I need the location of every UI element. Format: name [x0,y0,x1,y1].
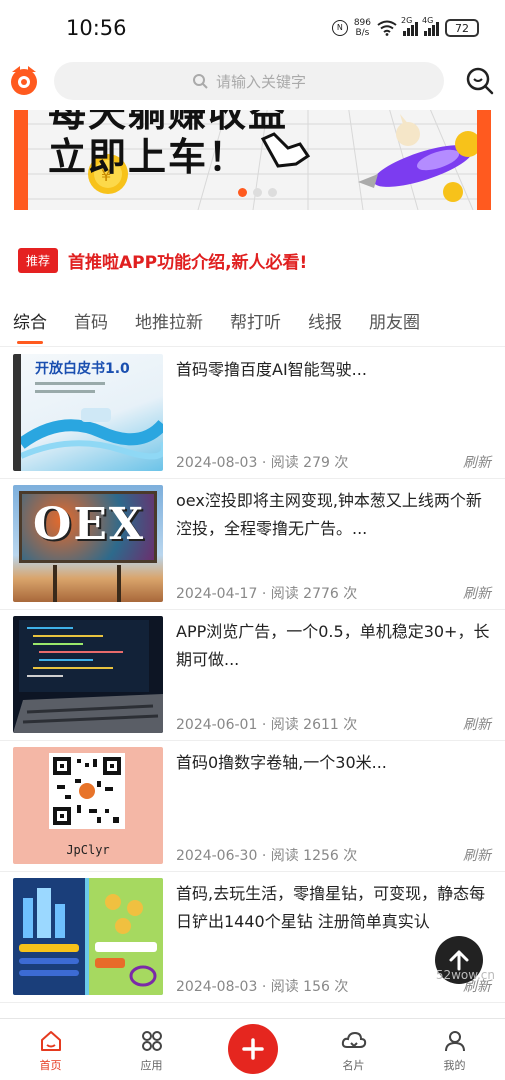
article-reads: 阅读 2776 次 [270,586,358,602]
article-thumbnail[interactable]: JpClyr [13,747,163,864]
home-icon [40,1031,61,1051]
thumbnail-caption: OEX [33,499,146,550]
status-time: 10:56 [66,16,127,40]
tab-ditui-laxin[interactable]: 地推拉新 [135,306,203,346]
app-logo-icon[interactable] [6,62,42,98]
article-title[interactable]: 首码零撸百度AI智能驾驶... [176,356,492,384]
article-list: 开放白皮书1.0 首码零撸百度AI智能驾驶... 2024-08-03 · 阅读… [0,348,505,1003]
qr-code-icon [53,757,121,825]
thumbnail-art [13,878,163,995]
network-speed: 896 B/s [354,18,371,38]
article-reads: 阅读 1256 次 [270,848,358,864]
nfc-icon: N [331,20,348,36]
qr-code [49,753,125,829]
article-date: 2024-06-01 [176,717,258,733]
banner-dot-active[interactable] [238,188,247,197]
list-item[interactable]: OEX oex涳投即将主网变现,钟本葱又上线两个新涳投，全程零撸无广告。... … [0,479,505,610]
article-date: 2024-06-30 [176,848,258,864]
article-thumbnail[interactable] [13,616,163,733]
recommend-tag: 推荐 [18,248,59,273]
sim2-label: 4G [422,16,434,25]
network-speed-unit: B/s [355,28,370,38]
article-meta: 2024-08-03 · 阅读 156 次 [176,979,349,995]
list-item[interactable]: JpClyr 首码0撸数字卷轴,一个30米... 2024-06-30 · 阅读… [0,741,505,872]
article-meta: 2024-04-17 · 阅读 2776 次 [176,586,358,602]
card-cloud-icon [341,1031,366,1048]
nav-home[interactable]: 首页 [0,1019,101,1080]
thumbnail-art [21,382,163,460]
thumbnail-posts [117,565,121,602]
article-title[interactable]: APP浏览广告，一个0.5，单机稳定30+，长期可做... [176,618,492,674]
nav-profile[interactable]: 我的 [404,1019,505,1080]
banner-dot[interactable] [253,188,262,197]
article-title[interactable]: 首码,去玩生活，零撸星钻，可变现，静态每日铲出1440个星钻 注册简单真实认 [176,880,492,936]
network-speed-value: 896 [353,18,371,28]
recommend-notice[interactable]: 推荐 首推啦APP功能介绍,新人必看! [18,248,307,273]
tab-bang-datin[interactable]: 帮打听 [230,306,281,346]
status-bar: 10:56 N 896 B/s 2G 4G 72 [0,0,505,54]
nav-card[interactable]: 名片 [303,1019,404,1080]
banner-headline-2: 立即上车！ [48,134,249,179]
plus-icon [242,1038,264,1060]
article-reads: 阅读 2611 次 [270,717,358,733]
tab-zonghe[interactable]: 综合 [13,306,47,346]
refresh-button[interactable]: 刷新 [463,714,491,734]
sim1-label: 2G [401,16,413,25]
article-date: 2024-04-17 [176,586,258,602]
signal-sim1-icon: 2G [401,16,418,36]
search-placeholder: 请输入关键字 [215,72,306,91]
status-icons: N 896 B/s 2G 4G 72 [331,16,479,40]
nav-apps-label: 应用 [140,1059,163,1072]
thumbnail-art [13,620,163,733]
search-input[interactable]: 请输入关键字 [54,62,444,100]
search-header: 请输入关键字 [0,54,505,110]
battery-indicator: 72 [445,19,479,37]
apps-icon [141,1031,162,1051]
category-tabs: 综合 首码 地推拉新 帮打听 线报 朋友圈 [0,306,505,346]
thumbnail-caption: JpClyr [66,843,110,857]
article-date: 2024-08-03 [176,979,258,995]
article-meta: 2024-06-30 · 阅读 1256 次 [176,848,358,864]
list-item[interactable]: 首码,去玩生活，零撸星钻，可变现，静态每日铲出1440个星钻 注册简单真实认 2… [0,872,505,1003]
article-reads: 阅读 156 次 [270,979,349,995]
article-title[interactable]: 首码0撸数字卷轴,一个30米... [176,749,492,777]
article-title[interactable]: oex涳投即将主网变现,钟本葱又上线两个新涳投，全程零撸无广告。... [176,487,492,543]
tab-shouma[interactable]: 首码 [74,306,108,346]
refresh-button[interactable]: 刷新 [463,583,491,603]
search-scan-icon[interactable] [465,66,495,96]
recommend-text[interactable]: 首推啦APP功能介绍,新人必看! [68,248,307,273]
wifi-icon [377,20,397,36]
article-thumbnail[interactable] [13,878,163,995]
banner-pagination [238,188,277,197]
thumbnail-posts [53,565,57,602]
refresh-button[interactable]: 刷新 [463,845,491,865]
user-icon [444,1031,465,1052]
list-item[interactable]: 开放白皮书1.0 首码零撸百度AI智能驾驶... 2024-08-03 · 阅读… [0,348,505,479]
nav-apps[interactable]: 应用 [101,1019,202,1080]
article-thumbnail[interactable]: OEX [13,485,163,602]
app-screen: 10:56 N 896 B/s 2G 4G 72 请输入关键字 ¥ 每天躺赚收益… [0,0,505,1080]
article-date: 2024-08-03 [176,455,258,471]
search-icon [192,74,208,89]
watermark: 52wow.cn [435,968,495,982]
article-reads: 阅读 279 次 [270,455,349,471]
article-thumbnail[interactable]: 开放白皮书1.0 [13,354,163,471]
publish-button[interactable] [228,1024,278,1074]
refresh-button[interactable]: 刷新 [463,452,491,472]
tab-xianbao[interactable]: 线报 [308,306,342,346]
article-meta: 2024-08-03 · 阅读 279 次 [176,455,349,471]
nav-home-label: 首页 [39,1059,62,1072]
banner-dot[interactable] [268,188,277,197]
tab-pengyouquan[interactable]: 朋友圈 [369,306,420,346]
list-item[interactable]: APP浏览广告，一个0.5，单机稳定30+，长期可做... 2024-06-01… [0,610,505,741]
article-meta: 2024-06-01 · 阅读 2611 次 [176,717,358,733]
nav-card-label: 名片 [342,1059,365,1072]
tabs-divider [0,346,505,347]
nav-profile-label: 我的 [443,1059,466,1072]
signal-sim2-icon: 4G [422,16,439,36]
